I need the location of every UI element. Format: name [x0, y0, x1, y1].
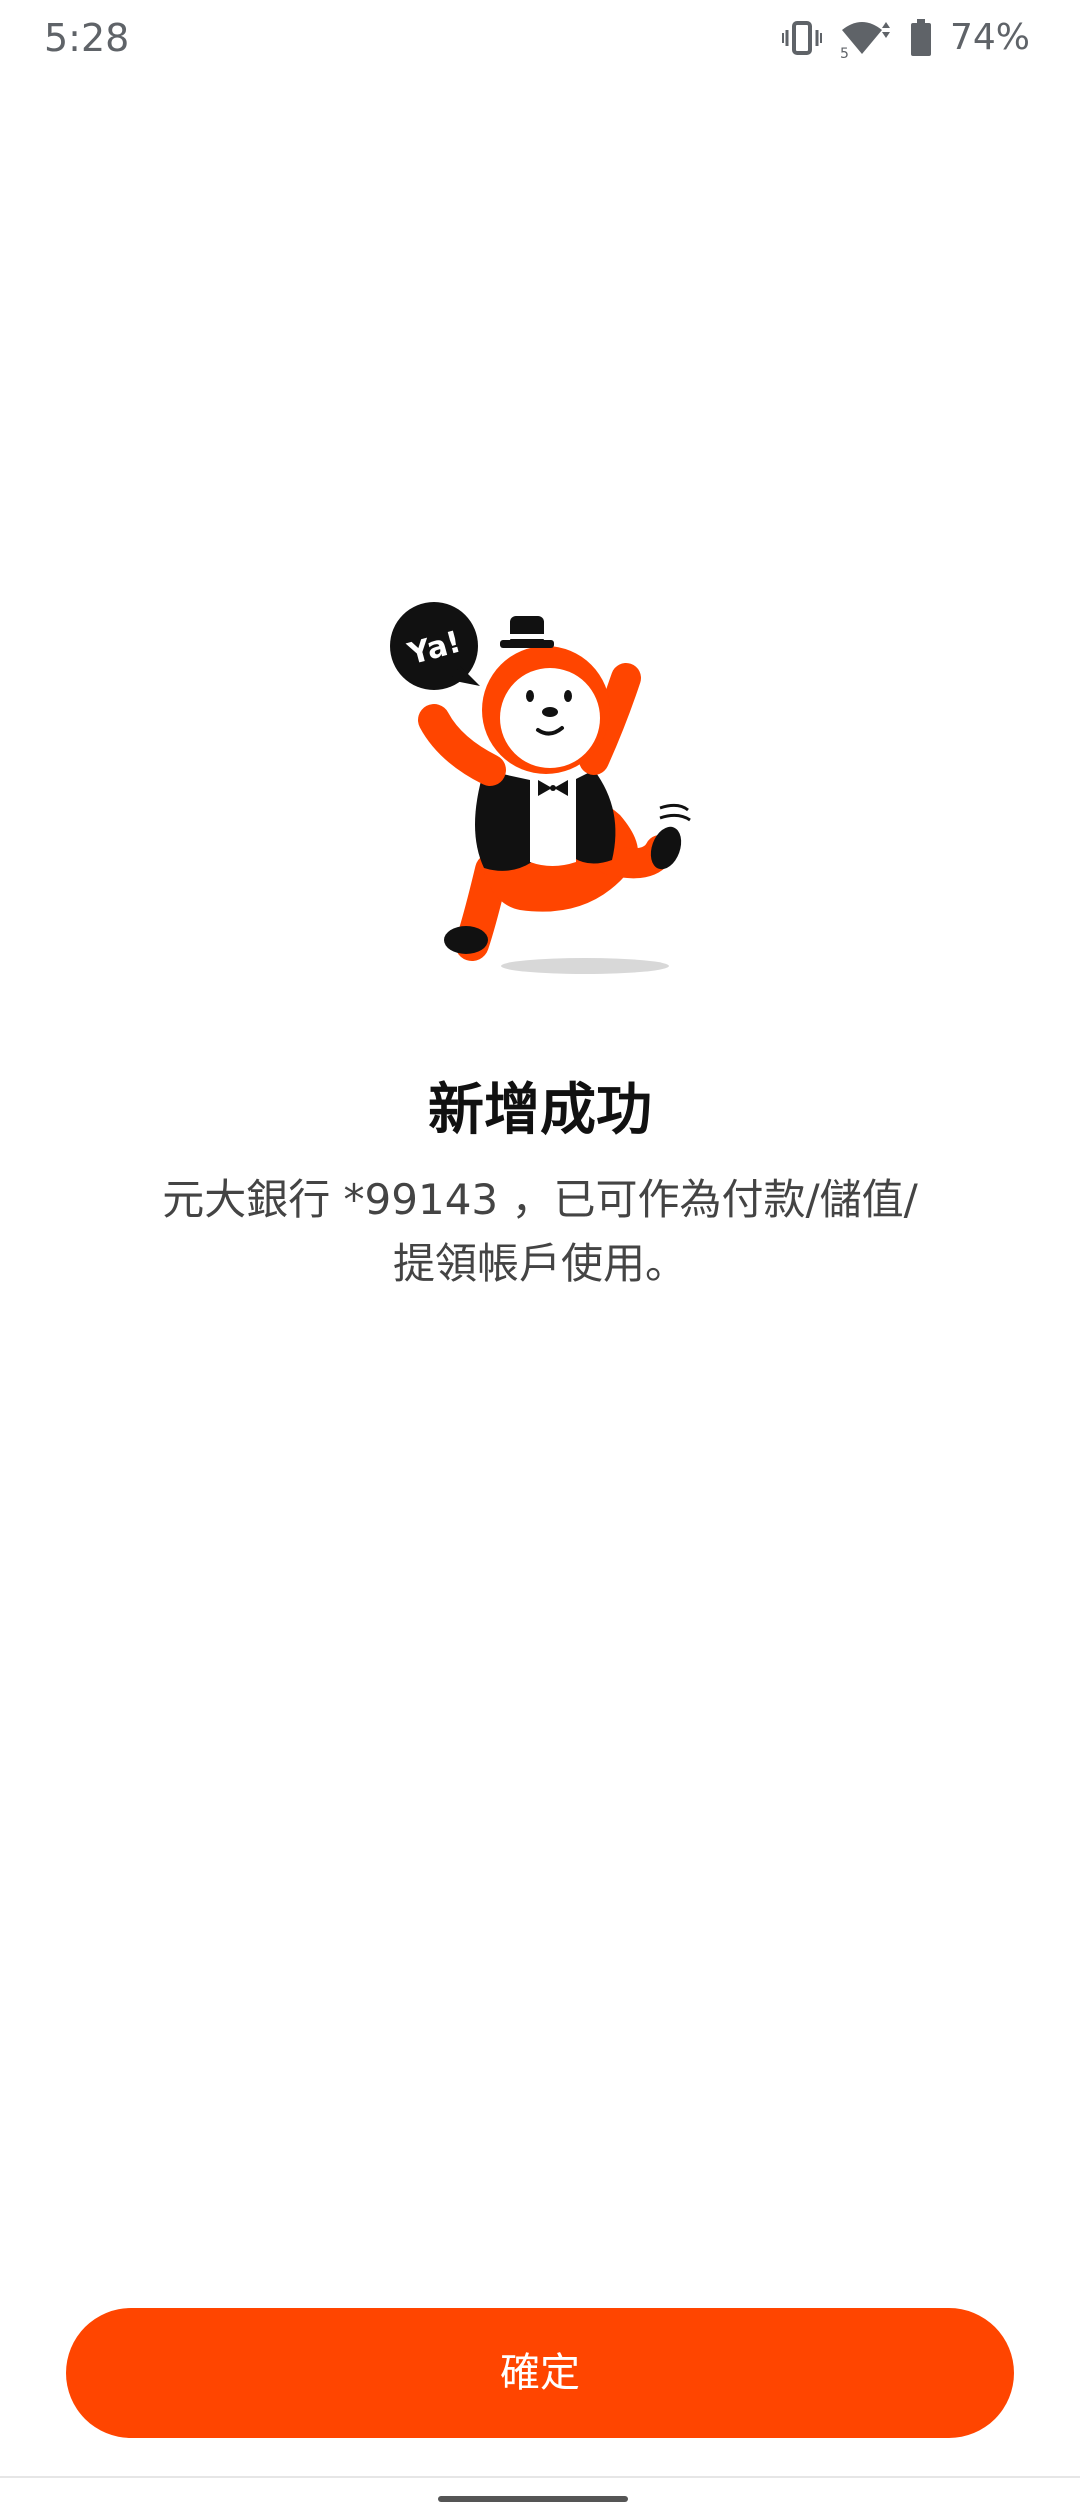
- success-message-line-2: 提領帳戶使用。: [392, 1239, 687, 1288]
- success-title: 新增成功: [428, 1078, 652, 1143]
- screen: 5:28 5 74% Ya! 新增成功 元大銀行 *99143 ，已可作為付款/…: [0, 0, 1080, 2520]
- home-indicator[interactable]: [438, 2496, 628, 2502]
- success-message-line-1: 元大銀行 *99143 ，已可作為付款/儲值/: [162, 1175, 918, 1224]
- bottom-divider: [0, 2476, 1080, 2478]
- success-mascot-illustration: Ya!: [380, 600, 710, 980]
- status-bar: 5:28 5 74%: [0, 0, 1080, 76]
- wifi-icon: 5: [840, 18, 892, 58]
- svg-text:5: 5: [840, 46, 849, 58]
- vibrate-icon: [781, 20, 822, 56]
- success-message: 元大銀行 *99143 ，已可作為付款/儲值/ 提領帳戶使用。: [120, 1168, 960, 1296]
- battery-icon: [910, 19, 932, 57]
- battery-percent: 74%: [949, 17, 1030, 58]
- confirm-button[interactable]: 確定: [66, 2308, 1014, 2438]
- status-icons: 5 74%: [781, 14, 1030, 62]
- speech-bubble-icon: Ya!: [390, 602, 480, 690]
- status-time: 5:28: [44, 16, 130, 60]
